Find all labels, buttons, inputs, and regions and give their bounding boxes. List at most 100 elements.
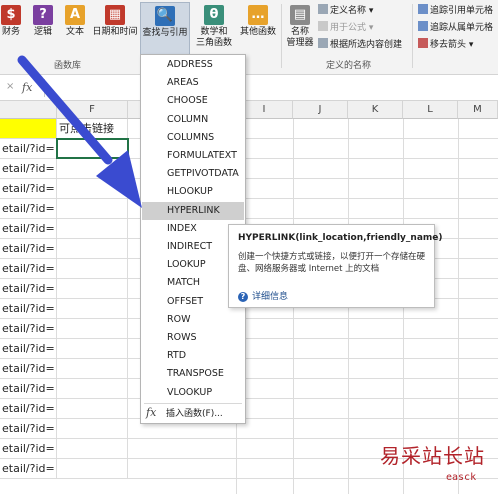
- cell-A[interactable]: etail/?id=: [0, 339, 57, 358]
- menu-item-rtd[interactable]: RTD: [142, 347, 244, 365]
- column-header-F[interactable]: F: [57, 101, 128, 119]
- cell-F[interactable]: [57, 239, 128, 258]
- cell-A[interactable]: etail/?id=: [0, 239, 57, 258]
- watermark-sub: easck: [446, 472, 477, 483]
- cell-A[interactable]: etail/?id=: [0, 199, 57, 218]
- table-row: etail/?id=: [0, 159, 498, 179]
- create-from-selection-label: 根据所选内容创建: [330, 40, 403, 50]
- cell-F[interactable]: [57, 259, 128, 278]
- trace-dependents-icon: [418, 21, 428, 31]
- create-from-selection-button[interactable]: 根据所选内容创建: [318, 38, 402, 51]
- tooltip-help-link[interactable]: ? 详细信息: [238, 289, 288, 302]
- more-functions-button[interactable]: … 其他函数: [238, 2, 278, 56]
- group-label-function-library: 函数库: [54, 61, 82, 71]
- define-name-button[interactable]: 定义名称 ▾: [318, 4, 373, 17]
- trace-precedents-label: 追踪引用单元格: [430, 6, 494, 16]
- cell-A[interactable]: etail/?id=: [0, 439, 57, 458]
- ribbon-divider: [412, 4, 413, 68]
- define-name-label: 定义名称: [330, 6, 367, 16]
- text-button[interactable]: A 文本: [62, 2, 88, 56]
- math-trig-button[interactable]: θ 数学和 三角函数: [194, 2, 234, 56]
- menu-item-areas[interactable]: AREAS: [142, 74, 244, 92]
- cancel-icon[interactable]: ×: [6, 81, 14, 92]
- cell-A[interactable]: etail/?id=: [0, 219, 57, 238]
- function-tooltip: HYPERLINK(link_location,friendly_name) 创…: [228, 224, 442, 308]
- finance-label: 财务: [1, 27, 20, 37]
- date-time-button[interactable]: ▦ 日期和时间: [92, 2, 138, 56]
- cell-F[interactable]: [57, 319, 128, 338]
- cell-A[interactable]: etail/?id=: [0, 139, 57, 158]
- menu-item-columns[interactable]: COLUMNS: [142, 129, 244, 147]
- help-icon: ?: [238, 292, 248, 302]
- cell-F[interactable]: [57, 359, 128, 378]
- column-header-K[interactable]: K: [348, 101, 403, 119]
- cell-F[interactable]: [57, 179, 128, 198]
- trace-precedents-button[interactable]: 追踪引用单元格: [418, 4, 493, 17]
- name-manager-icon: ▤: [290, 5, 310, 25]
- menu-item-column[interactable]: COLUMN: [142, 111, 244, 129]
- cell-F[interactable]: [57, 379, 128, 398]
- cell-F[interactable]: [56, 138, 129, 159]
- menu-item-formulatext[interactable]: FORMULATEXT: [142, 147, 244, 165]
- cell-A[interactable]: etail/?id=: [0, 419, 57, 438]
- cell-A[interactable]: etail/?id=: [0, 379, 57, 398]
- cell-A[interactable]: etail/?id=: [0, 279, 57, 298]
- menu-item-getpivotdata[interactable]: GETPIVOTDATA: [142, 165, 244, 183]
- insert-function-menu-item[interactable]: 插入函数(F)...: [166, 407, 223, 421]
- cell-F[interactable]: [57, 199, 128, 218]
- use-in-formula-button[interactable]: 用于公式 ▾: [318, 21, 373, 34]
- menu-item-row[interactable]: ROW: [142, 311, 244, 329]
- table-row: etail/?id=: [0, 419, 498, 439]
- column-header-L[interactable]: L: [403, 101, 458, 119]
- cell-A-header[interactable]: [0, 119, 57, 138]
- trace-dependents-button[interactable]: 追踪从属单元格: [418, 21, 493, 34]
- logic-button[interactable]: ? 逻辑: [30, 2, 56, 56]
- trace-precedents-icon: [418, 4, 428, 14]
- cell-F[interactable]: [57, 339, 128, 358]
- table-row: etail/?id=: [0, 399, 498, 419]
- insert-function-icon[interactable]: fx: [22, 81, 32, 94]
- cell-F[interactable]: [57, 279, 128, 298]
- cell-F[interactable]: [57, 219, 128, 238]
- name-manager-button[interactable]: ▤ 名称 管理器: [284, 2, 316, 56]
- insert-function-icon: fx: [146, 406, 157, 419]
- trace-dependents-label: 追踪从属单元格: [430, 23, 494, 33]
- more-functions-icon: …: [248, 5, 268, 25]
- cell-A[interactable]: etail/?id=: [0, 299, 57, 318]
- cell-A[interactable]: etail/?id=: [0, 159, 57, 178]
- cell-F[interactable]: [57, 439, 128, 458]
- finance-button[interactable]: $ 财务: [0, 2, 22, 56]
- table-row: etail/?id=: [0, 359, 498, 379]
- cell-A[interactable]: etail/?id=: [0, 359, 57, 378]
- logic-label: 逻辑: [33, 27, 52, 37]
- cell-A[interactable]: etail/?id=: [0, 319, 57, 338]
- cell-F[interactable]: [57, 459, 128, 478]
- menu-item-hlookup[interactable]: HLOOKUP: [142, 183, 244, 201]
- column-header-M[interactable]: M: [458, 101, 498, 119]
- remove-arrows-button[interactable]: 移去箭头 ▾: [418, 38, 473, 51]
- cell-A[interactable]: etail/?id=: [0, 459, 57, 478]
- cell-A[interactable]: etail/?id=: [0, 179, 57, 198]
- menu-item-hyperlink[interactable]: HYPERLINK: [142, 201, 244, 220]
- ribbon: $ 财务 ? 逻辑 A 文本 ▦ 日期和时间 🔍 查找与引用 θ 数学和 三角函…: [0, 0, 498, 75]
- menu-item-transpose[interactable]: TRANSPOSE: [142, 365, 244, 383]
- column-header-J[interactable]: J: [293, 101, 348, 119]
- cell-A[interactable]: etail/?id=: [0, 259, 57, 278]
- menu-divider: [144, 403, 242, 404]
- menu-item-address[interactable]: ADDRESS: [142, 56, 244, 74]
- cell-F[interactable]: [57, 159, 128, 178]
- cell-F[interactable]: [57, 399, 128, 418]
- lookup-reference-icon: 🔍: [155, 6, 175, 26]
- watermark: 易采站长站 easck: [370, 438, 498, 494]
- menu-item-vlookup[interactable]: VLOOKUP: [142, 384, 244, 402]
- cell-F-header[interactable]: 可点击链接: [57, 119, 128, 138]
- menu-item-choose[interactable]: CHOOSE: [142, 92, 244, 110]
- cell-F[interactable]: [57, 419, 128, 438]
- column-header-left[interactable]: [0, 101, 57, 119]
- formula-bar: × fx: [0, 75, 498, 101]
- cell-A[interactable]: etail/?id=: [0, 399, 57, 418]
- cell-F[interactable]: [57, 299, 128, 318]
- menu-item-rows[interactable]: ROWS: [142, 329, 244, 347]
- table-row: etail/?id=: [0, 379, 498, 399]
- lookup-reference-button[interactable]: 🔍 查找与引用: [140, 2, 190, 56]
